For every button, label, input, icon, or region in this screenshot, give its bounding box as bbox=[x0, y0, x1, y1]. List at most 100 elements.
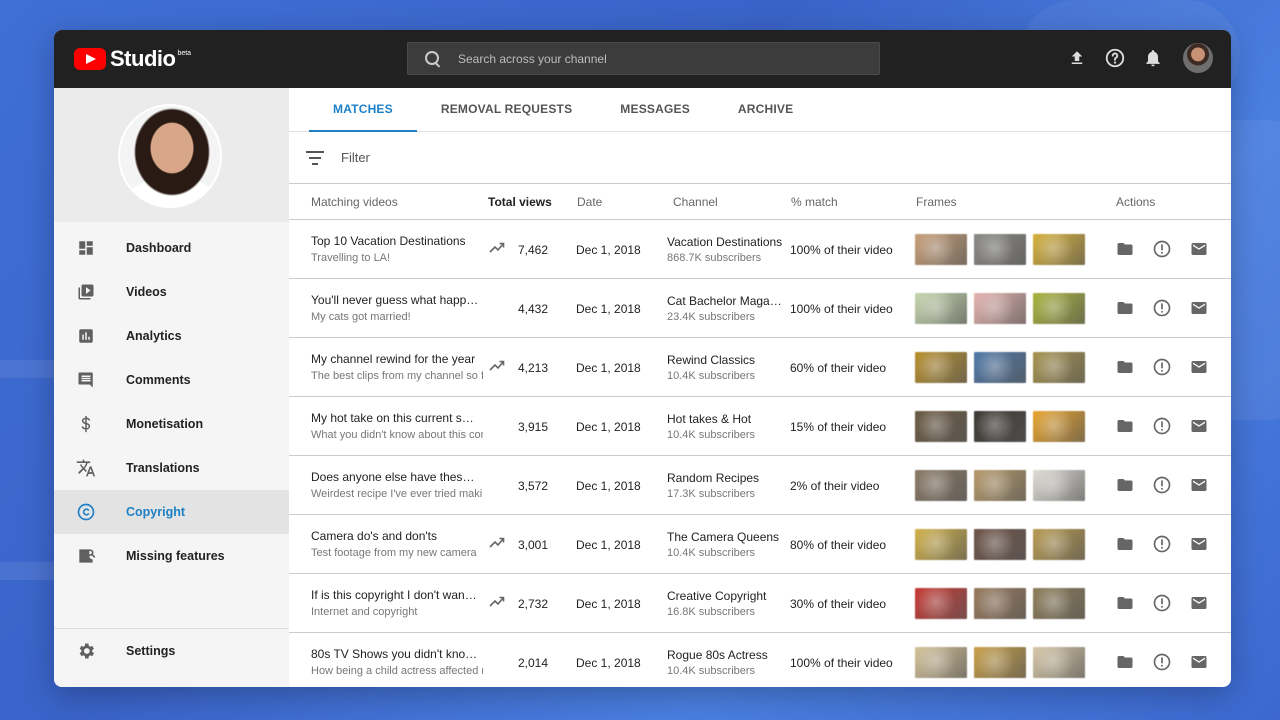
report-alert-icon[interactable] bbox=[1152, 475, 1172, 495]
report-alert-icon[interactable] bbox=[1152, 239, 1172, 259]
archive-folder-icon[interactable] bbox=[1115, 239, 1135, 259]
tab-messages[interactable]: MESSAGES bbox=[596, 87, 714, 131]
search-input[interactable] bbox=[458, 51, 838, 66]
message-mail-icon[interactable] bbox=[1189, 534, 1209, 554]
account-avatar[interactable] bbox=[1183, 43, 1213, 73]
video-title[interactable]: 80s TV Shows you didn't know were real bbox=[311, 647, 479, 661]
channel-name[interactable]: Rogue 80s Actress bbox=[667, 648, 785, 662]
table-row[interactable]: Top 10 Vacation Destinations Travelling … bbox=[289, 220, 1231, 279]
frame-thumbnail[interactable] bbox=[1033, 470, 1085, 501]
total-views: 3,915 bbox=[518, 420, 549, 434]
sidebar-item-missing-features[interactable]: Missing features bbox=[54, 534, 289, 578]
report-alert-icon[interactable] bbox=[1152, 652, 1172, 672]
header-channel[interactable]: Channel bbox=[673, 195, 718, 209]
frame-thumbnail[interactable] bbox=[974, 529, 1026, 560]
frame-thumbnail[interactable] bbox=[1033, 234, 1085, 265]
channel-name[interactable]: Hot takes & Hot bbox=[667, 412, 785, 426]
channel-name[interactable]: The Camera Queens bbox=[667, 530, 785, 544]
message-mail-icon[interactable] bbox=[1189, 416, 1209, 436]
archive-folder-icon[interactable] bbox=[1115, 534, 1135, 554]
video-title[interactable]: Camera do's and don'ts bbox=[311, 529, 479, 543]
video-title[interactable]: Does anyone else have these weird recipe… bbox=[311, 470, 479, 484]
channel-name[interactable]: Cat Bachelor Magazine bbox=[667, 294, 785, 308]
sidebar-item-copyright[interactable]: Copyright bbox=[54, 490, 289, 534]
table-row[interactable]: If is this copyright I don't want to use… bbox=[289, 574, 1231, 633]
message-mail-icon[interactable] bbox=[1189, 357, 1209, 377]
frame-thumbnail[interactable] bbox=[974, 647, 1026, 678]
archive-folder-icon[interactable] bbox=[1115, 652, 1135, 672]
channel-avatar[interactable] bbox=[118, 104, 222, 208]
video-title[interactable]: You'll never guess what happened bbox=[311, 293, 479, 307]
frame-thumbnail[interactable] bbox=[974, 352, 1026, 383]
video-title[interactable]: My channel rewind for the year bbox=[311, 352, 479, 366]
video-title[interactable]: Top 10 Vacation Destinations bbox=[311, 234, 479, 248]
message-mail-icon[interactable] bbox=[1189, 475, 1209, 495]
archive-folder-icon[interactable] bbox=[1115, 416, 1135, 436]
frame-thumbnail[interactable] bbox=[1033, 293, 1085, 324]
sidebar-item-analytics[interactable]: Analytics bbox=[54, 314, 289, 358]
frame-thumbnail[interactable] bbox=[915, 529, 967, 560]
sidebar-item-translations[interactable]: Translations bbox=[54, 446, 289, 490]
frame-thumbnail[interactable] bbox=[974, 411, 1026, 442]
report-alert-icon[interactable] bbox=[1152, 593, 1172, 613]
sidebar-item-monetisation[interactable]: Monetisation bbox=[54, 402, 289, 446]
notifications-bell-icon[interactable] bbox=[1141, 46, 1165, 70]
video-subtitle: Internet and copyright bbox=[311, 606, 418, 618]
message-mail-icon[interactable] bbox=[1189, 593, 1209, 613]
table-row[interactable]: You'll never guess what happened My cats… bbox=[289, 279, 1231, 338]
tab-archive[interactable]: ARCHIVE bbox=[714, 87, 817, 131]
channel-name[interactable]: Creative Copyright bbox=[667, 589, 785, 603]
header-matching-videos[interactable]: Matching videos bbox=[311, 195, 398, 209]
frame-thumbnail[interactable] bbox=[915, 470, 967, 501]
sidebar-item-dashboard[interactable]: Dashboard bbox=[54, 226, 289, 270]
archive-folder-icon[interactable] bbox=[1115, 593, 1135, 613]
table-row[interactable]: 80s TV Shows you didn't know were real H… bbox=[289, 633, 1231, 687]
frame-thumbnail[interactable] bbox=[915, 647, 967, 678]
table-row[interactable]: My channel rewind for the year The best … bbox=[289, 338, 1231, 397]
frame-thumbnail[interactable] bbox=[915, 588, 967, 619]
tab-matches[interactable]: MATCHES bbox=[309, 87, 417, 132]
archive-folder-icon[interactable] bbox=[1115, 475, 1135, 495]
help-icon[interactable] bbox=[1103, 46, 1127, 70]
message-mail-icon[interactable] bbox=[1189, 298, 1209, 318]
frame-thumbnail[interactable] bbox=[974, 234, 1026, 265]
video-title[interactable]: My hot take on this current social trend bbox=[311, 411, 479, 425]
frame-thumbnail[interactable] bbox=[974, 588, 1026, 619]
channel-name[interactable]: Vacation Destinations bbox=[667, 235, 785, 249]
message-mail-icon[interactable] bbox=[1189, 239, 1209, 259]
header-percent-match[interactable]: % match bbox=[791, 195, 838, 209]
channel-name[interactable]: Rewind Classics bbox=[667, 353, 785, 367]
table-row[interactable]: My hot take on this current social trend… bbox=[289, 397, 1231, 456]
sidebar-item-videos[interactable]: Videos bbox=[54, 270, 289, 314]
video-title[interactable]: If is this copyright I don't want to use… bbox=[311, 588, 479, 602]
table-row[interactable]: Camera do's and don'ts Test footage from… bbox=[289, 515, 1231, 574]
frame-thumbnail[interactable] bbox=[1033, 647, 1085, 678]
report-alert-icon[interactable] bbox=[1152, 357, 1172, 377]
studio-logo[interactable]: Studio beta bbox=[74, 46, 191, 72]
sidebar-item-comments[interactable]: Comments bbox=[54, 358, 289, 402]
upload-icon[interactable] bbox=[1065, 46, 1089, 70]
frame-thumbnail[interactable] bbox=[1033, 352, 1085, 383]
frame-thumbnail[interactable] bbox=[974, 293, 1026, 324]
frame-thumbnail[interactable] bbox=[915, 411, 967, 442]
archive-folder-icon[interactable] bbox=[1115, 357, 1135, 377]
filter-bar[interactable]: Filter bbox=[289, 132, 1231, 184]
report-alert-icon[interactable] bbox=[1152, 534, 1172, 554]
frame-thumbnail[interactable] bbox=[915, 293, 967, 324]
tab-removal-requests[interactable]: REMOVAL REQUESTS bbox=[417, 87, 596, 131]
frame-thumbnail[interactable] bbox=[1033, 588, 1085, 619]
header-date[interactable]: Date bbox=[577, 195, 602, 209]
report-alert-icon[interactable] bbox=[1152, 298, 1172, 318]
frame-thumbnail[interactable] bbox=[974, 470, 1026, 501]
frame-thumbnail[interactable] bbox=[1033, 411, 1085, 442]
report-alert-icon[interactable] bbox=[1152, 416, 1172, 436]
table-row[interactable]: Does anyone else have these weird recipe… bbox=[289, 456, 1231, 515]
frame-thumbnail[interactable] bbox=[1033, 529, 1085, 560]
frame-thumbnail[interactable] bbox=[915, 352, 967, 383]
archive-folder-icon[interactable] bbox=[1115, 298, 1135, 318]
frame-thumbnail[interactable] bbox=[915, 234, 967, 265]
header-total-views[interactable]: Total views bbox=[488, 195, 552, 209]
sidebar-item-settings[interactable]: Settings bbox=[54, 629, 289, 673]
channel-name[interactable]: Random Recipes bbox=[667, 471, 785, 485]
message-mail-icon[interactable] bbox=[1189, 652, 1209, 672]
